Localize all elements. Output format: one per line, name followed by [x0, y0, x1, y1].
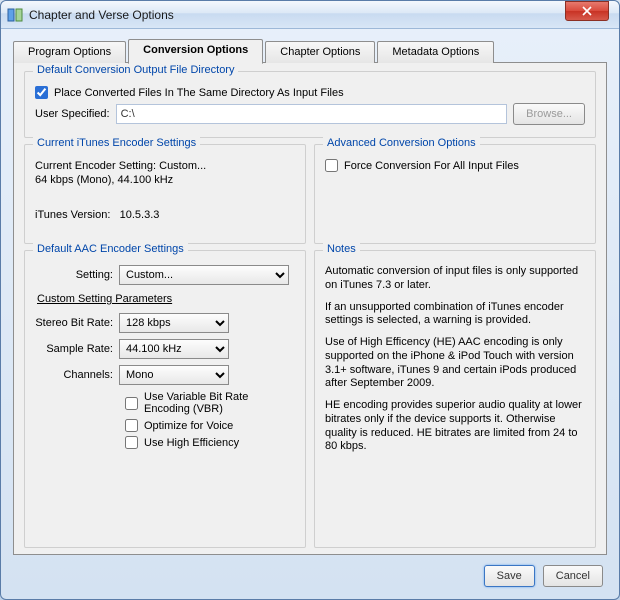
tab-panel: Default Conversion Output File Directory… — [13, 62, 607, 555]
current-encoder-line1: Current Encoder Setting: Custom... — [35, 159, 295, 173]
force-conversion-checkbox[interactable] — [325, 159, 338, 172]
save-button[interactable]: Save — [484, 565, 535, 587]
group-aac-encoder: Default AAC Encoder Settings Setting: Cu… — [24, 250, 306, 548]
current-encoder-line2: 64 kbps (Mono), 44.100 kHz — [35, 173, 295, 187]
sample-rate-select[interactable]: 44.100 kHz — [119, 339, 229, 359]
browse-button[interactable]: Browse... — [513, 103, 585, 125]
user-specified-input[interactable] — [116, 104, 508, 124]
dialog-footer: Save Cancel — [13, 555, 607, 587]
sample-rate-label: Sample Rate: — [35, 343, 113, 355]
stereo-bitrate-select[interactable]: 128 kbps — [119, 313, 229, 333]
group-legend: Advanced Conversion Options — [323, 137, 480, 149]
place-same-dir-label: Place Converted Files In The Same Direct… — [54, 87, 344, 99]
titlebar[interactable]: Chapter and Verse Options — [1, 1, 619, 29]
notes-paragraph: Use of High Efficency (HE) AAC encoding … — [325, 336, 585, 391]
group-legend: Current iTunes Encoder Settings — [33, 137, 200, 149]
notes-paragraph: If an unsupported combination of iTunes … — [325, 301, 585, 329]
tabstrip: Program Options Conversion Options Chapt… — [13, 39, 607, 63]
tab-program-options[interactable]: Program Options — [13, 41, 126, 63]
group-legend: Default Conversion Output File Directory — [33, 64, 238, 76]
group-current-encoder: Current iTunes Encoder Settings Current … — [24, 144, 306, 244]
setting-label: Setting: — [35, 269, 113, 281]
close-button[interactable] — [565, 1, 609, 21]
group-legend: Default AAC Encoder Settings — [33, 243, 188, 255]
app-icon — [7, 7, 23, 23]
vbr-label: Use Variable Bit Rate Encoding (VBR) — [144, 391, 295, 415]
group-notes: Notes Automatic conversion of input file… — [314, 250, 596, 548]
vbr-checkbox[interactable] — [125, 397, 138, 410]
tab-metadata-options[interactable]: Metadata Options — [377, 41, 494, 63]
window-title: Chapter and Verse Options — [29, 8, 619, 22]
optimize-voice-label: Optimize for Voice — [144, 420, 233, 432]
channels-select[interactable]: Mono — [119, 365, 229, 385]
custom-params-heading: Custom Setting Parameters — [37, 293, 295, 305]
group-output-directory: Default Conversion Output File Directory… — [24, 71, 596, 138]
options-window: Chapter and Verse Options Program Option… — [0, 0, 620, 600]
group-legend: Notes — [323, 243, 360, 257]
stereo-bitrate-label: Stereo Bit Rate: — [35, 317, 113, 329]
force-conversion-label: Force Conversion For All Input Files — [344, 160, 519, 172]
place-same-dir-checkbox[interactable] — [35, 86, 48, 99]
cancel-button[interactable]: Cancel — [543, 565, 603, 587]
channels-label: Channels: — [35, 369, 113, 381]
notes-paragraph: Automatic conversion of input files is o… — [325, 265, 585, 293]
user-specified-label: User Specified: — [35, 108, 110, 120]
itunes-version-label: iTunes Version: — [35, 209, 110, 221]
tab-chapter-options[interactable]: Chapter Options — [265, 41, 375, 63]
window-body: Program Options Conversion Options Chapt… — [1, 29, 619, 599]
tab-conversion-options[interactable]: Conversion Options — [128, 39, 263, 64]
high-efficiency-label: Use High Efficiency — [144, 437, 239, 449]
itunes-version-value: 10.5.3.3 — [120, 209, 160, 221]
setting-select[interactable]: Custom... — [119, 265, 289, 285]
high-efficiency-checkbox[interactable] — [125, 436, 138, 449]
group-advanced-options: Advanced Conversion Options Force Conver… — [314, 144, 596, 244]
optimize-voice-checkbox[interactable] — [125, 419, 138, 432]
notes-paragraph: HE encoding provides superior audio qual… — [325, 399, 585, 454]
